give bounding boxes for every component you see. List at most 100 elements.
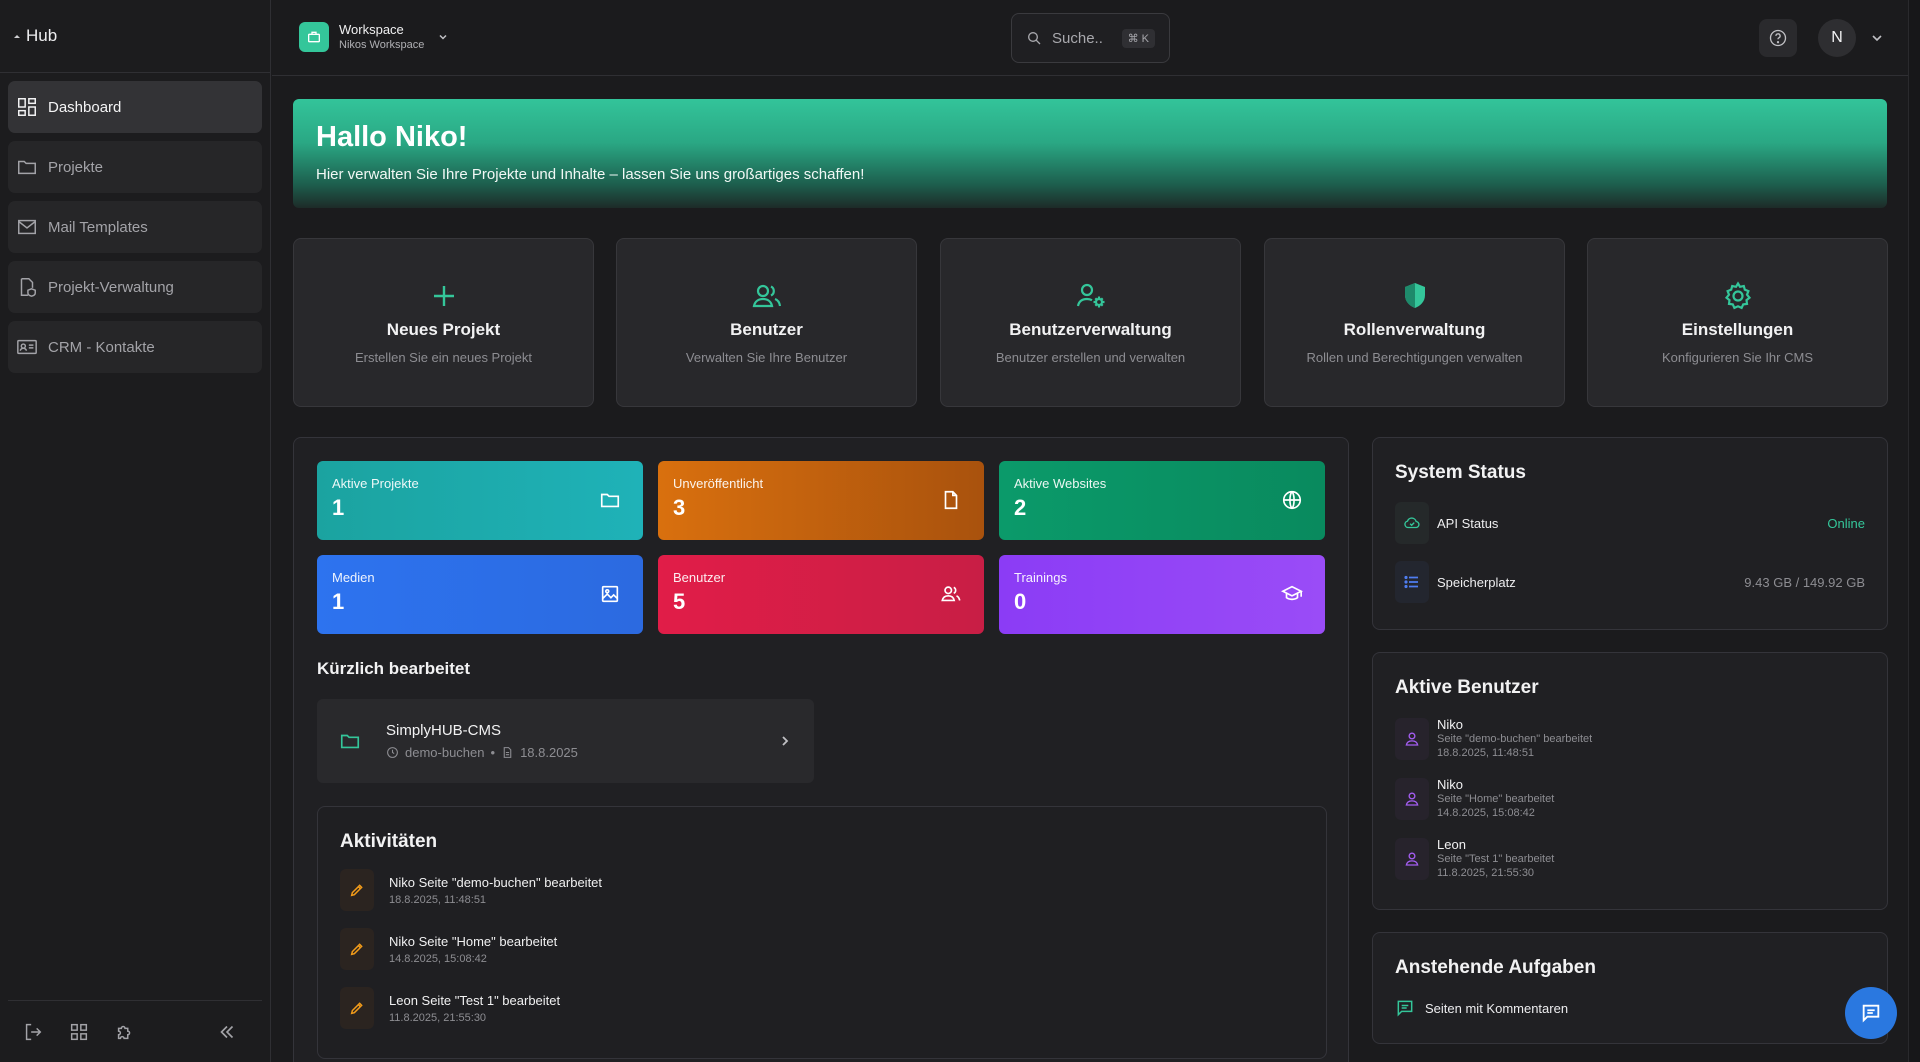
- hub-title: Hub: [26, 26, 58, 45]
- puzzle-icon[interactable]: [114, 1021, 136, 1043]
- system-status-card: System Status API Status Online Speicher…: [1372, 437, 1888, 630]
- active-user-action: Seite "Home" bearbeitet: [1437, 793, 1555, 805]
- stat-card-active-websites[interactable]: Aktive Websites 2: [999, 461, 1325, 540]
- activity-text: Niko Seite "demo-buchen" bearbeitet: [389, 874, 603, 890]
- overview-panel: Aktive Projekte 1 Unveröffentlicht 3 Akt…: [293, 437, 1349, 1062]
- file-icon: [503, 747, 512, 758]
- plus-icon: [433, 286, 454, 306]
- active-user-name: Niko: [1437, 717, 1464, 732]
- quick-action-role-management[interactable]: Rollenverwaltung Rollen und Berechtigung…: [1264, 238, 1565, 407]
- workspace-badge: [299, 22, 329, 52]
- sidebar: Hub Dashboard Projekte Mail Templates Pr…: [0, 0, 271, 1062]
- help-button[interactable]: [1759, 19, 1797, 57]
- quick-action-title: Einstellungen: [1681, 320, 1794, 339]
- sidebar-item-projekte[interactable]: Projekte: [8, 141, 262, 193]
- sidebar-nav: Dashboard Projekte Mail Templates Projek…: [0, 73, 270, 389]
- active-user-item[interactable]: Niko Seite "demo-buchen" bearbeitet 18.8…: [1395, 717, 1592, 760]
- stat-value: 1: [332, 589, 345, 614]
- search-shortcut: ⌘ K: [1121, 28, 1155, 48]
- activity-text: Leon Seite "Test 1" bearbeitet: [389, 992, 561, 1008]
- active-user-item[interactable]: Leon Seite "Test 1" bearbeitet 11.8.2025…: [1395, 837, 1554, 880]
- stat-card-unpublished[interactable]: Unveröffentlicht 3: [658, 461, 984, 540]
- quick-action-desc: Benutzer erstellen und verwalten: [995, 350, 1186, 365]
- quick-action-user-management[interactable]: Benutzerverwaltung Benutzer erstellen un…: [940, 238, 1241, 407]
- caret-up-icon: [14, 35, 20, 38]
- quick-action-title: Neues Projekt: [386, 320, 501, 339]
- stat-card-users[interactable]: Benutzer 5: [658, 555, 984, 634]
- list-icon: [1404, 575, 1418, 589]
- stat-card-media[interactable]: Medien 1: [317, 555, 643, 634]
- quick-action-settings[interactable]: Einstellungen Konfigurieren Sie Ihr CMS: [1587, 238, 1888, 407]
- quick-action-desc: Verwalten Sie Ihre Benutzer: [685, 350, 848, 365]
- stat-value: 1: [332, 495, 345, 520]
- storage-icon-box: [1395, 561, 1429, 603]
- briefcase-icon: [308, 31, 320, 43]
- collapse-sidebar-icon[interactable]: [216, 1021, 238, 1043]
- user-icon: [1405, 731, 1419, 746]
- active-user-body: Niko Seite "demo-buchen" bearbeitet 18.8…: [1437, 717, 1592, 760]
- sidebar-item-label: Projekte: [48, 158, 104, 176]
- task-item[interactable]: Seiten mit Kommentaren: [1395, 998, 1568, 1018]
- stat-label: Aktive Projekte: [332, 476, 419, 491]
- scrollbar[interactable]: [1908, 0, 1920, 1062]
- activity-item[interactable]: Niko Seite "demo-buchen" bearbeitet 18.8…: [340, 869, 602, 911]
- quick-action-title: Benutzerverwaltung: [1009, 320, 1172, 339]
- workspace-name: Workspace: [339, 22, 404, 37]
- shield-file-icon: [20, 278, 36, 297]
- activity-icon-box: [340, 928, 374, 970]
- activities-heading: Aktivitäten: [340, 831, 438, 852]
- pending-tasks-heading: Anstehende Aufgaben: [1395, 957, 1596, 978]
- sidebar-item-dashboard[interactable]: Dashboard: [8, 81, 262, 133]
- search-icon: [1028, 32, 1041, 45]
- welcome-banner: Hallo Niko! Hier verwalten Sie Ihre Proj…: [293, 99, 1887, 208]
- image-icon: [601, 585, 619, 603]
- cloud-check-icon: [1404, 517, 1420, 529]
- activity-text: Niko Seite "Home" bearbeitet: [389, 933, 558, 949]
- apps-grid-icon[interactable]: [68, 1021, 90, 1043]
- quick-action-users[interactable]: Benutzer Verwalten Sie Ihre Benutzer: [616, 238, 917, 407]
- quick-action-desc: Rollen und Berechtigungen verwalten: [1306, 350, 1523, 365]
- chevron-right-icon: [782, 736, 789, 746]
- stat-card-trainings[interactable]: Trainings 0: [999, 555, 1325, 634]
- hub-header[interactable]: Hub: [0, 0, 270, 73]
- stat-value: 5: [673, 589, 686, 614]
- recent-item[interactable]: SimplyHUB-CMS demo-buchen • 18.8.2025: [317, 699, 814, 783]
- api-status-label: API Status: [1437, 515, 1499, 531]
- chat-button[interactable]: [1845, 987, 1897, 1039]
- sidebar-item-mail-templates[interactable]: Mail Templates: [8, 201, 262, 253]
- activity-time: 14.8.2025, 15:08:42: [389, 952, 487, 965]
- pencil-icon: [350, 1002, 363, 1015]
- recent-item-slug: demo-buchen: [405, 745, 485, 760]
- chat-icon: [1862, 1004, 1880, 1023]
- stat-card-active-projects[interactable]: Aktive Projekte 1: [317, 461, 643, 540]
- comment-icon: [1397, 1000, 1413, 1017]
- avatar[interactable]: N: [1818, 19, 1856, 57]
- clock-icon: [387, 747, 398, 758]
- stat-label: Aktive Websites: [1014, 476, 1107, 491]
- recent-item-date: 18.8.2025: [520, 745, 578, 760]
- stat-value: 0: [1014, 589, 1027, 614]
- stat-label: Medien: [332, 570, 375, 585]
- sidebar-item-label: Projekt-Verwaltung: [48, 278, 174, 296]
- api-status-value: Online: [1827, 515, 1865, 531]
- storage-row: Speicherplatz 9.43 GB / 149.92 GB: [1395, 561, 1865, 603]
- quick-action-new-project[interactable]: Neues Projekt Erstellen Sie ein neues Pr…: [293, 238, 594, 407]
- activity-item[interactable]: Niko Seite "Home" bearbeitet 14.8.2025, …: [340, 928, 557, 970]
- meta-separator: •: [490, 745, 496, 760]
- sidebar-item-crm-kontakte[interactable]: CRM - Kontakte: [8, 321, 262, 373]
- search-input[interactable]: Suche.. ⌘ K: [1011, 13, 1170, 63]
- pending-tasks-card: Anstehende Aufgaben Seiten mit Kommentar…: [1372, 932, 1888, 1044]
- chevron-down-icon[interactable]: [1870, 31, 1884, 45]
- workspace-switcher[interactable]: Workspace Nikos Workspace: [299, 22, 448, 52]
- activity-icon-box: [340, 987, 374, 1029]
- users-icon: [752, 284, 781, 308]
- logout-icon[interactable]: [22, 1021, 44, 1043]
- sidebar-item-label: Dashboard: [48, 98, 122, 116]
- activity-item[interactable]: Leon Seite "Test 1" bearbeitet 11.8.2025…: [340, 987, 560, 1029]
- sidebar-item-projekt-verwaltung[interactable]: Projekt-Verwaltung: [8, 261, 262, 313]
- activity-time: 18.8.2025, 11:48:51: [389, 893, 487, 906]
- graduation-cap-icon: [1281, 585, 1303, 601]
- chevron-down-icon: [439, 34, 447, 40]
- globe-icon: [1282, 490, 1302, 510]
- active-user-item[interactable]: Niko Seite "Home" bearbeitet 14.8.2025, …: [1395, 777, 1554, 820]
